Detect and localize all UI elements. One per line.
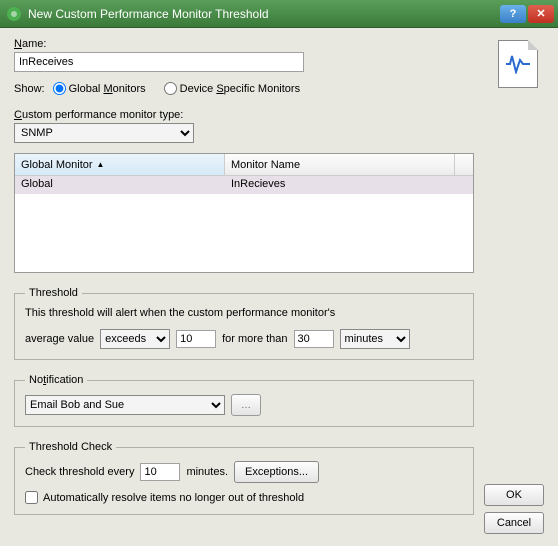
table-row[interactable]: Global InRecieves	[15, 176, 473, 194]
grid-header: Global Monitor ▲ Monitor Name	[15, 154, 473, 176]
row-name-cell: InRecieves	[225, 176, 473, 194]
name-label: Name:	[14, 38, 474, 50]
threshold-value-input[interactable]	[176, 330, 216, 348]
threshold-fieldset: Threshold This threshold will alert when…	[14, 287, 474, 360]
window-title: New Custom Performance Monitor Threshold	[28, 7, 498, 21]
titlebar: New Custom Performance Monitor Threshold…	[0, 0, 558, 28]
monitor-grid: Global Monitor ▲ Monitor Name Global InR…	[14, 153, 474, 273]
ok-button[interactable]: OK	[484, 484, 544, 506]
global-radio-input[interactable]	[53, 82, 66, 95]
threshold-check-fieldset: Threshold Check Check threshold every mi…	[14, 441, 474, 515]
notification-legend: Notification	[25, 374, 87, 386]
help-button[interactable]: ?	[500, 5, 526, 23]
auto-resolve-checkbox[interactable]	[25, 491, 38, 504]
notification-select[interactable]: Email Bob and Sue	[25, 395, 225, 415]
show-label: Show:	[14, 83, 45, 95]
threshold-description: This threshold will alert when the custo…	[25, 307, 463, 319]
column-global-monitor[interactable]: Global Monitor ▲	[15, 154, 225, 175]
global-monitors-radio[interactable]: Global Monitors	[53, 82, 146, 95]
threshold-unit-select[interactable]: minutes	[340, 329, 410, 349]
for-more-label: for more than	[222, 333, 287, 345]
device-monitors-radio[interactable]: Device Specific Monitors	[164, 82, 300, 95]
name-input[interactable]	[14, 52, 304, 72]
sort-asc-icon: ▲	[97, 160, 105, 169]
exceptions-button[interactable]: Exceptions...	[234, 461, 319, 483]
type-label: Custom performance monitor type:	[14, 109, 474, 121]
threshold-duration-input[interactable]	[294, 330, 334, 348]
column-monitor-name[interactable]: Monitor Name	[225, 154, 455, 175]
row-global-cell: Global	[15, 176, 225, 194]
global-radio-label: Global Monitors	[69, 83, 146, 95]
notification-browse-button[interactable]: …	[231, 394, 261, 416]
device-radio-label: Device Specific Monitors	[180, 83, 300, 95]
check-suffix: minutes.	[186, 466, 228, 478]
auto-resolve-label: Automatically resolve items no longer ou…	[43, 492, 304, 504]
check-interval-input[interactable]	[140, 463, 180, 481]
check-prefix: Check threshold every	[25, 466, 134, 478]
device-radio-input[interactable]	[164, 82, 177, 95]
notification-fieldset: Notification Email Bob and Sue …	[14, 374, 474, 427]
app-icon	[6, 6, 22, 22]
condition-select[interactable]: exceeds	[100, 329, 170, 349]
column-spacer	[455, 154, 473, 175]
document-icon	[498, 40, 538, 88]
threshold-legend: Threshold	[25, 287, 82, 299]
threshold-check-legend: Threshold Check	[25, 441, 116, 453]
monitor-type-select[interactable]: SNMP	[14, 123, 194, 143]
close-button[interactable]: ✕	[528, 5, 554, 23]
avg-label: average value	[25, 333, 94, 345]
cancel-button[interactable]: Cancel	[484, 512, 544, 534]
